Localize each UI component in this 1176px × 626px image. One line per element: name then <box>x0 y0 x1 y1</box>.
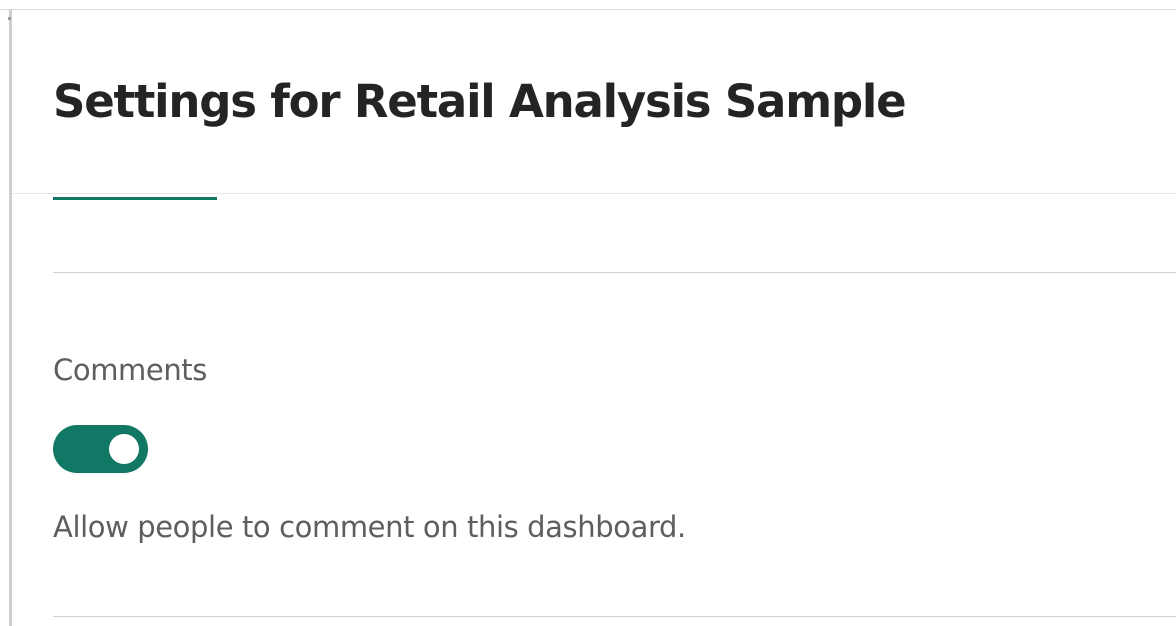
section-divider-bottom <box>53 616 1176 617</box>
comments-description: Allow people to comment on this dashboar… <box>53 510 686 544</box>
section-divider <box>53 272 1176 273</box>
toggle-knob <box>109 434 139 464</box>
header-divider <box>12 193 1176 194</box>
corner-mark <box>8 17 11 20</box>
comments-section-label: Comments <box>53 353 207 387</box>
comments-toggle[interactable] <box>53 425 148 473</box>
active-tab-indicator[interactable] <box>53 197 217 200</box>
page-title: Settings for Retail Analysis Sample <box>53 75 907 128</box>
settings-panel: Settings for Retail Analysis Sample Comm… <box>12 10 1176 626</box>
